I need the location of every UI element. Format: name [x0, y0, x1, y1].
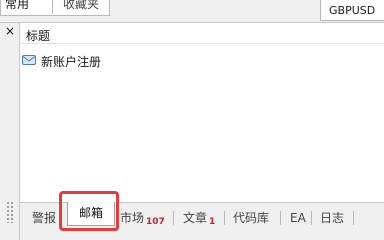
column-header-title[interactable]: 标题 [20, 23, 384, 44]
symbol-tab-label: GBPUSD [329, 4, 376, 17]
mail-icon [22, 55, 36, 65]
tab-market-label: 市场 [120, 211, 145, 225]
list-item[interactable]: 新账户注册 [20, 51, 384, 71]
tab-code-base[interactable]: 代码库 [233, 209, 269, 227]
tab-common[interactable]: 常用 [1, 0, 53, 14]
close-icon[interactable]: × [5, 25, 15, 37]
tab-mailbox[interactable]: 邮箱 [67, 202, 115, 226]
tab-separator [311, 211, 312, 225]
tab-alerts[interactable]: 警报 [32, 209, 56, 227]
tab-articles[interactable]: 文章 1 [183, 209, 215, 227]
tab-journal[interactable]: 日志 [320, 209, 344, 227]
market-count-badge: 107 [146, 217, 165, 227]
top-tab-group: 常用 收藏夹 [0, 0, 110, 16]
symbol-tab[interactable]: GBPUSD [320, 0, 384, 21]
column-header-label: 标题 [26, 29, 51, 43]
tab-separator [173, 211, 174, 225]
tab-articles-label: 文章 [183, 211, 208, 225]
tab-favorites[interactable]: 收藏夹 [59, 0, 109, 14]
terminal-window: 常用 收藏夹 GBPUSD × 标题 新账户注册 警报 邮箱 市场 107 文章… [0, 0, 384, 240]
list-item-title: 新账户注册 [41, 55, 102, 69]
tab-ea[interactable]: EA [290, 209, 306, 227]
toolbox-panel: × 标题 新账户注册 警报 邮箱 市场 107 文章 1 代码库 EA 日志 [0, 22, 384, 240]
tab-separator [224, 211, 225, 225]
tab-separator [353, 211, 354, 225]
tab-separator [61, 211, 62, 225]
grip-icon[interactable] [6, 201, 14, 223]
tab-separator [280, 211, 281, 225]
articles-count-badge: 1 [209, 217, 216, 227]
bottom-tab-bar: 警报 邮箱 市场 107 文章 1 代码库 EA 日志 [20, 202, 384, 240]
tab-market[interactable]: 市场 107 [120, 209, 165, 227]
top-tab-strip: 常用 收藏夹 GBPUSD [0, 0, 384, 22]
toolbox-rail: × [0, 23, 20, 240]
mailbox-list: 标题 新账户注册 [20, 23, 384, 202]
